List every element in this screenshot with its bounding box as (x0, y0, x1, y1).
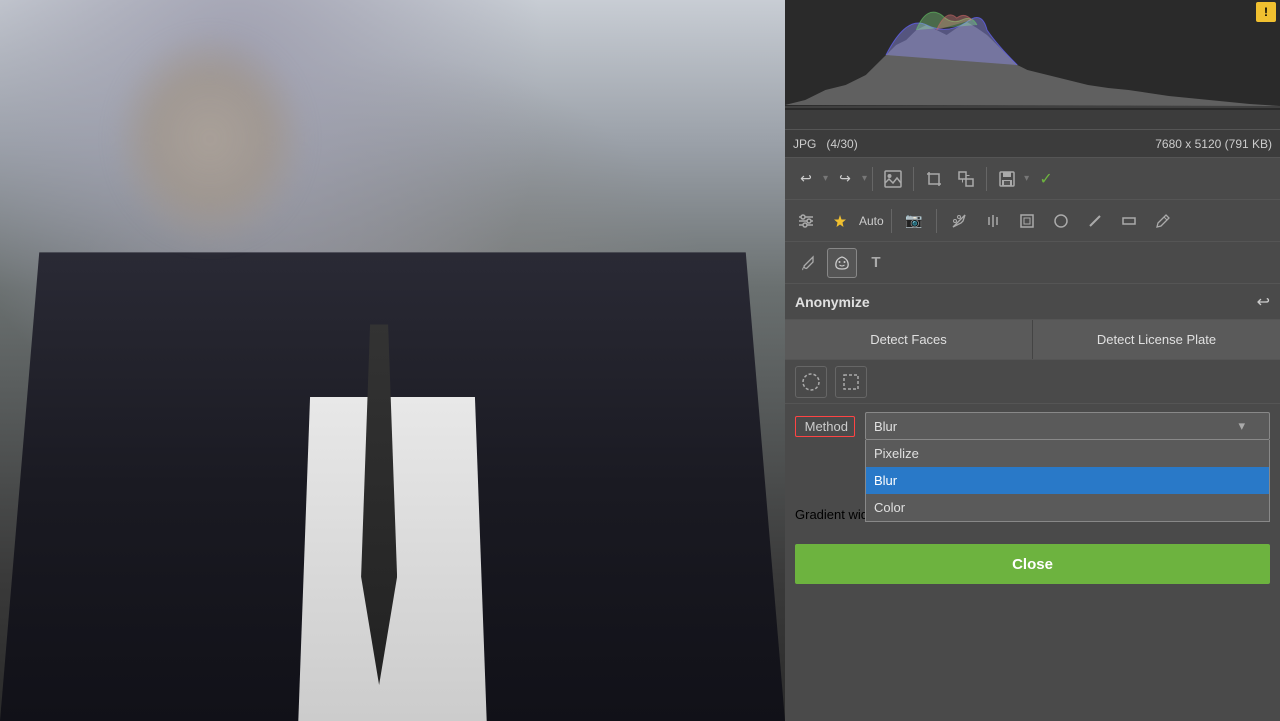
redo-button[interactable]: ↪ (830, 164, 860, 194)
separator-3 (986, 167, 987, 191)
anonymize-title: Anonymize (795, 294, 870, 310)
file-format: JPG (4/30) (793, 137, 858, 151)
anonymize-section: Anonymize ↩ Detect Faces Detect License … (785, 284, 1280, 721)
file-position: (4/30) (826, 137, 857, 151)
toolbar-brush: T (785, 242, 1280, 284)
sliders-icon (797, 212, 815, 230)
auto-star-icon (833, 214, 847, 228)
text-icon: T (871, 254, 880, 271)
camera-button[interactable]: 📷 (899, 206, 929, 236)
method-select-container: Blur ▾ Pixelize Blur Color (865, 412, 1270, 440)
image-area (0, 0, 785, 721)
method-option-pixelize[interactable]: Pixelize (866, 440, 1269, 467)
right-panel: ! JPG (4/30) 7680 x 5120 (791 KB) ↩ ▾ ↪ … (785, 0, 1280, 721)
pen-tool-icon (951, 213, 967, 229)
image-button[interactable] (878, 164, 908, 194)
ellipse-icon (1053, 213, 1069, 229)
mask-icon (834, 255, 850, 271)
crop-button[interactable] (919, 164, 949, 194)
rect-button[interactable] (1114, 206, 1144, 236)
warning-icon: ! (1256, 2, 1276, 22)
save-icon (998, 170, 1016, 188)
brush-icon (800, 255, 816, 271)
undo-button[interactable]: ↩ (791, 164, 821, 194)
ellipse-button[interactable] (1046, 206, 1076, 236)
histogram-chart (785, 0, 1280, 110)
image-icon (884, 170, 902, 188)
frame-button[interactable] (1012, 206, 1042, 236)
ellipse-shape-button[interactable] (795, 366, 827, 398)
separator-t2-2 (936, 209, 937, 233)
save-arrow[interactable]: ▾ (1024, 173, 1029, 184)
file-info-bar: JPG (4/30) 7680 x 5120 (791 KB) (785, 130, 1280, 158)
detect-buttons-row: Detect Faces Detect License Plate (785, 320, 1280, 360)
rect-shape-icon (841, 372, 861, 392)
dropdown-arrow: ▾ (1238, 418, 1245, 434)
rect-shape-button[interactable] (835, 366, 867, 398)
transform-button[interactable] (951, 164, 981, 194)
save-button[interactable] (992, 164, 1022, 194)
redo-arrow[interactable]: ▾ (862, 173, 867, 184)
method-row: Method Blur ▾ Pixelize Blur Color (785, 404, 1280, 448)
line-icon (1087, 213, 1103, 229)
frame-icon (1019, 213, 1035, 229)
method-label: Method (795, 416, 855, 437)
histogram-area: ! (785, 0, 1280, 130)
text-button[interactable]: T (861, 248, 891, 278)
format-label: JPG (793, 137, 816, 151)
mask-button[interactable] (827, 248, 857, 278)
method-select-display[interactable]: Blur ▾ (865, 412, 1270, 440)
separator-1 (872, 167, 873, 191)
lines-icon (985, 213, 1001, 229)
method-current-value: Blur (874, 419, 897, 434)
undo-arrow[interactable]: ▾ (823, 173, 828, 184)
detect-faces-button[interactable]: Detect Faces (785, 320, 1032, 359)
toolbar-undo-redo: ↩ ▾ ↪ ▾ (785, 158, 1280, 200)
ellipse-shape-icon (801, 372, 821, 392)
method-dropdown: Pixelize Blur Color (865, 440, 1270, 522)
transform-icon (957, 170, 975, 188)
method-option-blur[interactable]: Blur (866, 467, 1269, 494)
pen-tool-button[interactable] (944, 206, 974, 236)
shape-tools-row (785, 360, 1280, 404)
face-blur-effect (110, 29, 310, 249)
file-dimensions: 7680 x 5120 (791 KB) (1155, 137, 1272, 151)
auto-text[interactable]: Auto (859, 214, 884, 228)
rect-icon (1121, 213, 1137, 229)
anonymize-header: Anonymize ↩ (785, 284, 1280, 320)
separator-t2-1 (891, 209, 892, 233)
close-button[interactable]: Close (795, 544, 1270, 584)
sliders-button[interactable] (791, 206, 821, 236)
separator-2 (913, 167, 914, 191)
toolbar-tools: Auto 📷 (785, 200, 1280, 242)
lines-button[interactable] (978, 206, 1008, 236)
line-button[interactable] (1080, 206, 1110, 236)
pencil-button[interactable] (1148, 206, 1178, 236)
brush-button[interactable] (793, 248, 823, 278)
auto-label-button[interactable] (825, 206, 855, 236)
method-option-color[interactable]: Color (866, 494, 1269, 521)
detect-plate-button[interactable]: Detect License Plate (1032, 320, 1280, 359)
back-button[interactable]: ↩ (1257, 292, 1270, 312)
crop-icon (925, 170, 943, 188)
checkmark-button[interactable]: ✓ (1031, 164, 1061, 194)
pencil-icon (1155, 213, 1171, 229)
